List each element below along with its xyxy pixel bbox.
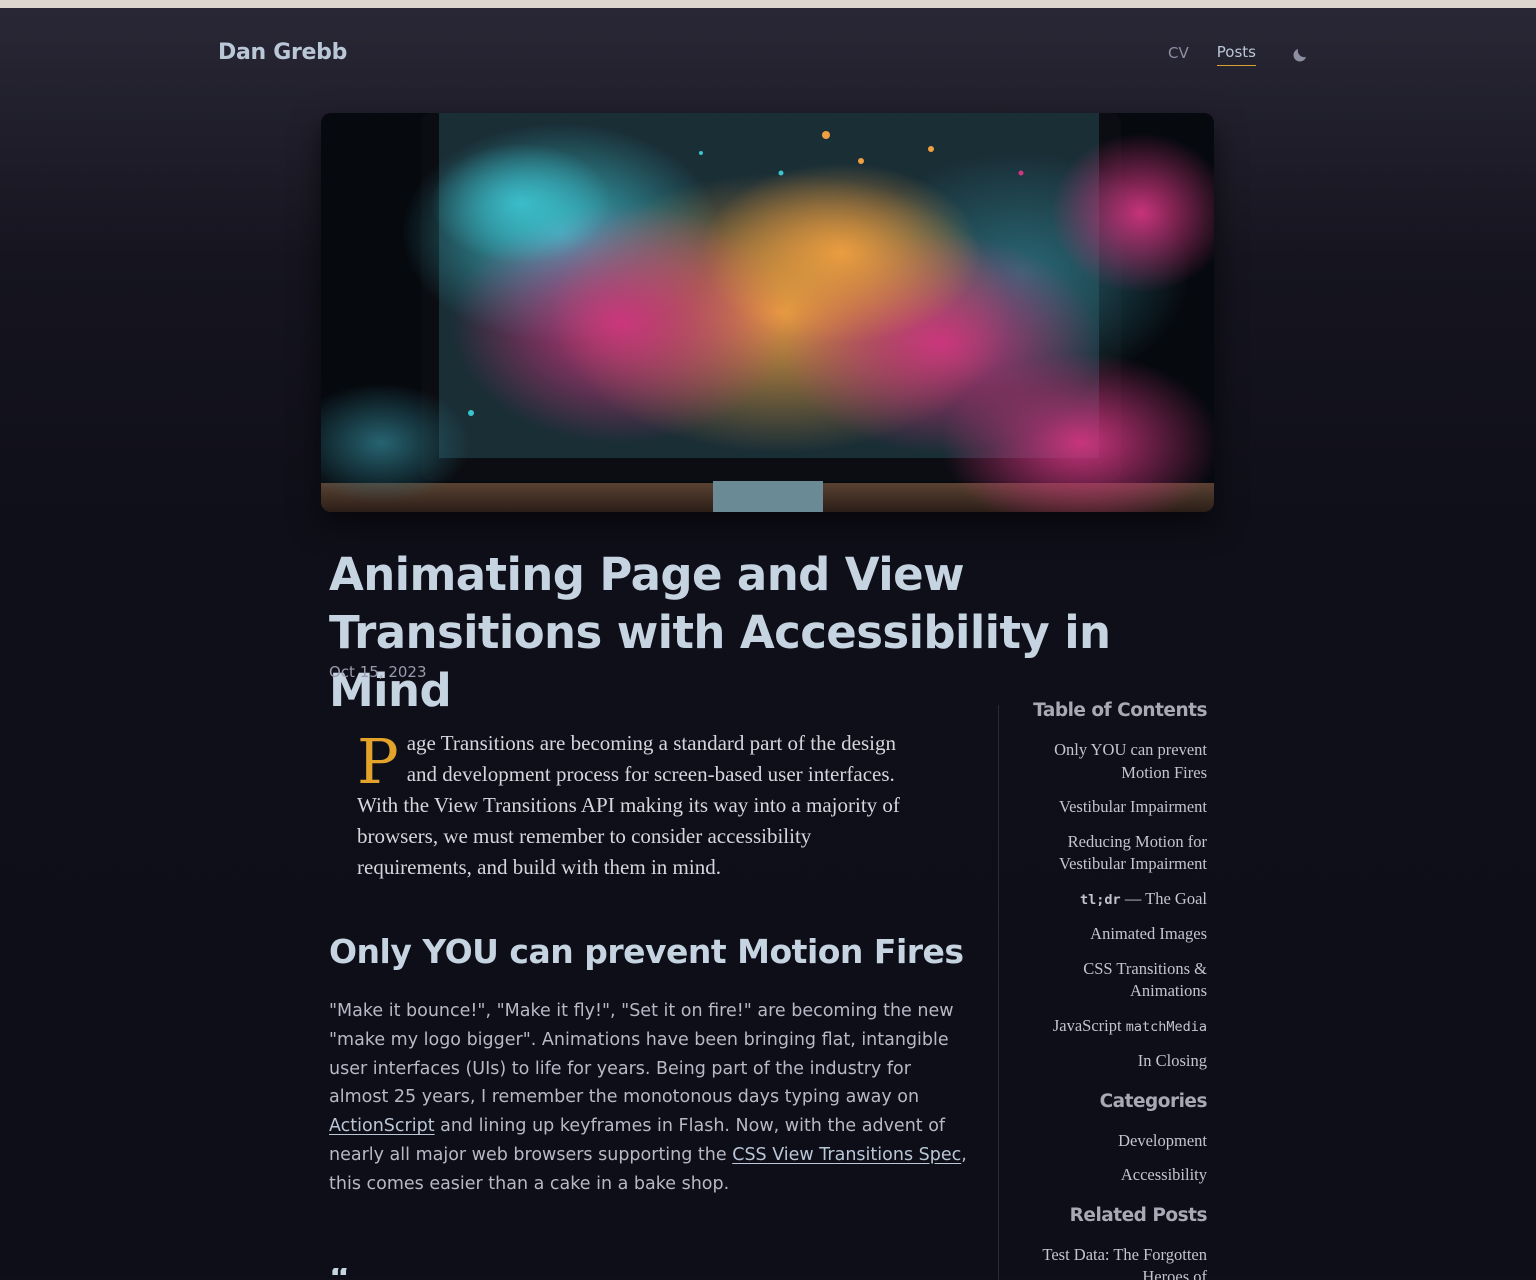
main-nav: CV Posts — [1168, 43, 1310, 66]
category-link[interactable]: Accessibility — [1121, 1165, 1207, 1184]
toc-item[interactable]: Only YOU can prevent Motion Fires — [1054, 740, 1207, 782]
top-accent-bar — [0, 0, 1536, 8]
nav-posts[interactable]: Posts — [1216, 43, 1256, 66]
body-text-1: "Make it bounce!", "Make it fly!", "Set … — [329, 1001, 954, 1108]
toc-item-label: — The Goal — [1120, 888, 1207, 908]
toc-item-code: matchMedia — [1125, 1018, 1207, 1035]
sidebar: Table of Contents Only YOU can prevent M… — [1017, 700, 1207, 1280]
site-title[interactable]: Dan Grebb — [218, 40, 347, 65]
section-heading: Only YOU can prevent Motion Fires — [329, 932, 964, 971]
category-link[interactable]: Development — [1118, 1131, 1207, 1150]
toc-item-label: JavaScript — [1052, 1015, 1126, 1035]
nav-cv[interactable]: CV — [1168, 44, 1189, 66]
toc-item[interactable]: CSS Transitions & Animations — [1083, 959, 1207, 1001]
toc-list: Only YOU can prevent Motion Fires Vestib… — [1017, 739, 1207, 1073]
actionscript-link[interactable]: ActionScript — [329, 1116, 435, 1136]
related-posts-heading: Related Posts — [1069, 1204, 1208, 1226]
hero-illustration — [321, 113, 1214, 512]
related-posts-list: Test Data: The Forgotten Heroes of — [1017, 1244, 1207, 1280]
theme-toggle-button[interactable] — [1290, 45, 1310, 65]
post-date: Oct 15, 2023 — [329, 663, 427, 681]
view-transitions-spec-link[interactable]: CSS View Transitions Spec — [732, 1145, 961, 1165]
sidebar-divider — [998, 705, 999, 1280]
toc-item[interactable]: tl;dr — The Goal — [1080, 889, 1207, 908]
toc-item[interactable]: Vestibular Impairment — [1059, 797, 1207, 816]
toc-item[interactable]: In Closing — [1138, 1051, 1207, 1070]
toc-heading: Table of Contents — [1033, 700, 1207, 721]
related-post-link[interactable]: Test Data: The Forgotten Heroes of — [1042, 1245, 1207, 1280]
toc-item[interactable]: Reducing Motion for Vestibular Impairmen… — [1059, 832, 1207, 874]
toc-item[interactable]: Animated Images — [1090, 924, 1207, 943]
post-content: Page Transitions are becoming a standard… — [329, 728, 979, 1199]
next-heading-fragment: “ — [329, 1268, 351, 1280]
moon-icon — [1293, 48, 1306, 62]
toc-item[interactable]: JavaScript matchMedia — [1053, 1016, 1207, 1035]
categories-heading: Categories — [1099, 1090, 1208, 1112]
post-title: Animating Page and View Transitions with… — [329, 548, 1111, 717]
drop-cap: P — [357, 725, 399, 798]
lead-text: age Transitions are becoming a standard … — [357, 731, 900, 879]
hero-image — [321, 113, 1214, 512]
categories-list: Development Accessibility — [1017, 1130, 1207, 1187]
body-paragraph: "Make it bounce!", "Make it fly!", "Set … — [329, 997, 974, 1199]
toc-item-code: tl;dr — [1080, 891, 1121, 908]
lead-paragraph: Page Transitions are becoming a standard… — [357, 728, 927, 883]
